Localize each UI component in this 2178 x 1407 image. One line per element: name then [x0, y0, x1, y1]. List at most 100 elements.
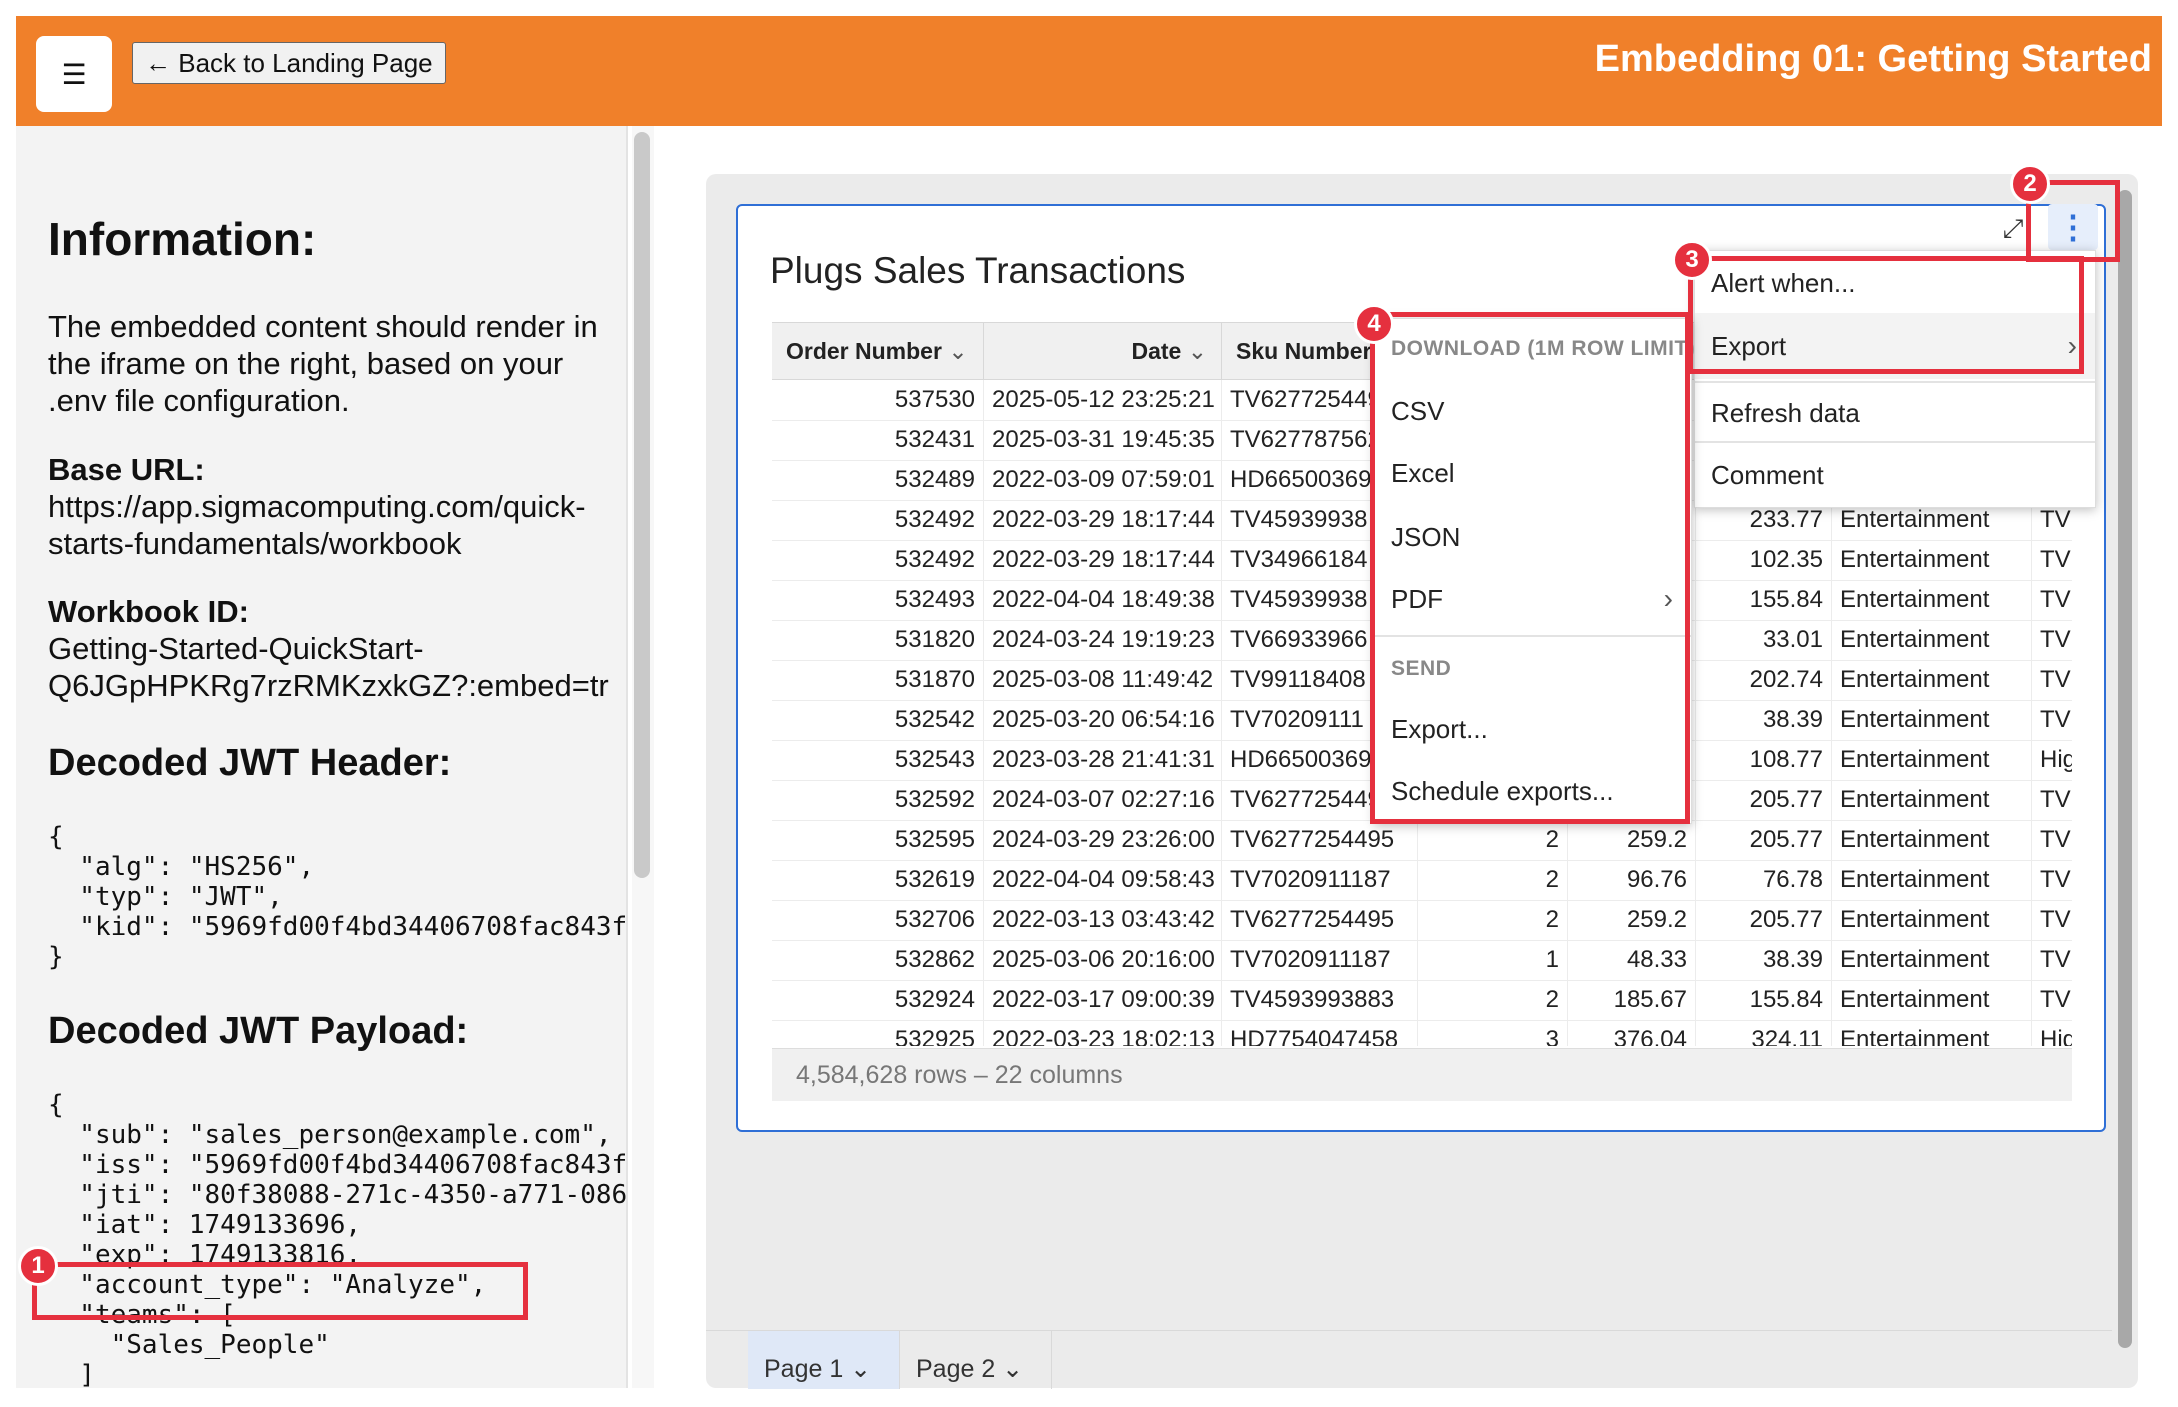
- table-cell: 108.77: [1696, 740, 1832, 780]
- table-cell: 33.01: [1696, 620, 1832, 660]
- table-cell: 532492: [772, 540, 984, 580]
- table-cell: 532542: [772, 700, 984, 740]
- table-cell: TV6277254495: [1222, 900, 1418, 940]
- table-cell: 155.84: [1696, 580, 1832, 620]
- table-cell: 532924: [772, 980, 984, 1020]
- back-to-landing-button[interactable]: ← Back to Landing Page: [132, 42, 446, 84]
- table-cell: 324.11: [1696, 1020, 1832, 1046]
- row-count: 4,584,628 rows – 22 columns: [796, 1061, 1123, 1089]
- table-cell: Entertainment: [1832, 980, 2032, 1020]
- table-cell: 532431: [772, 420, 984, 460]
- table-cell: TV & H: [2032, 860, 2072, 900]
- table-cell: 532619: [772, 860, 984, 900]
- hamburger-icon: ☰: [61, 57, 87, 91]
- table-cell: Entertainment: [1832, 940, 2032, 980]
- left-scrollbar-thumb[interactable]: [634, 132, 650, 878]
- table-row: 532862 2025-03-06 20:16:00 TV7020911187 1 48…: [772, 940, 2072, 981]
- jwt-payload-title: Decoded JWT Payload:: [48, 1010, 469, 1052]
- menu-item-refresh-data[interactable]: Refresh data: [1695, 387, 2095, 439]
- table-cell: 2022-03-13 03:43:42: [984, 900, 1222, 940]
- table-cell: 2023-03-28 21:41:31: [984, 740, 1222, 780]
- table-cell: 205.77: [1696, 900, 1832, 940]
- table-cell: 2: [1418, 900, 1568, 940]
- column-header-date[interactable]: Date ⌄: [984, 323, 1222, 379]
- table-cell: 155.84: [1696, 980, 1832, 1020]
- table-cell: TV & H: [2032, 900, 2072, 940]
- table-row: 532619 2022-04-04 09:58:43 TV7020911187 2 96…: [772, 860, 2072, 901]
- table-cell: 2022-04-04 18:49:38: [984, 580, 1222, 620]
- jwt-header-code: { "alg": "HS256", "typ": "JWT", "kid": "…: [48, 822, 628, 972]
- hamburger-menu-button[interactable]: ☰: [36, 36, 112, 112]
- right-scrollbar-thumb[interactable]: [2118, 190, 2132, 1348]
- table-cell: Entertainment: [1832, 820, 2032, 860]
- table-cell: 2022-03-29 18:17:44: [984, 500, 1222, 540]
- table-cell: Entertainment: [1832, 740, 2032, 780]
- info-panel: Information: The embedded content should…: [16, 126, 628, 1388]
- table-cell: Entertainment: [1832, 580, 2032, 620]
- table-cell: Entertainment: [1832, 620, 2032, 660]
- table-cell: 48.33: [1568, 940, 1696, 980]
- table-cell: TV & H: [2032, 940, 2072, 980]
- table-cell: 2025-03-31 19:45:35: [984, 420, 1222, 460]
- table-cell: Entertainment: [1832, 860, 2032, 900]
- table-cell: 532493: [772, 580, 984, 620]
- workbook-id-value: Getting-Started-QuickStart- Q6JGpHPKRg7r…: [48, 631, 609, 703]
- table-cell: 1: [1418, 940, 1568, 980]
- table-cell: 2025-03-08 11:49:42: [984, 660, 1222, 700]
- table-cell: 76.78: [1696, 860, 1832, 900]
- table-cell: 2022-03-17 09:00:39: [984, 980, 1222, 1020]
- annotation-badge-2: 2: [2010, 164, 2050, 204]
- table-cell: 259.2: [1568, 900, 1696, 940]
- table-cell: TV & H: [2032, 540, 2072, 580]
- table-cell: 2: [1418, 980, 1568, 1020]
- table-cell: 38.39: [1696, 940, 1832, 980]
- jwt-payload-code: { "sub": "sales_person@example.com", "is…: [48, 1090, 628, 1388]
- table-cell: 532706: [772, 900, 984, 940]
- highlight-export: [1688, 256, 2084, 374]
- table-cell: Entertainment: [1832, 540, 2032, 580]
- table-cell: TV6277254495: [1222, 820, 1418, 860]
- info-title: Information:: [48, 213, 317, 265]
- table-cell: TV & H: [2032, 660, 2072, 700]
- menu-divider: [1695, 441, 2095, 443]
- table-cell: 96.76: [1568, 860, 1696, 900]
- table-cell: TV & H: [2032, 580, 2072, 620]
- table-cell: 532862: [772, 940, 984, 980]
- table-cell: 2025-05-12 23:25:21: [984, 380, 1222, 420]
- table-cell: TV7020911187: [1222, 940, 1418, 980]
- page-tabs: Page 1 ⌄ Page 2 ⌄: [706, 1330, 2112, 1389]
- base-url-label: Base URL:: [48, 452, 205, 487]
- table-cell: 185.67: [1568, 980, 1696, 1020]
- table-cell: 2: [1418, 860, 1568, 900]
- tab-page-1[interactable]: Page 1 ⌄: [748, 1331, 900, 1389]
- table-cell: 532595: [772, 820, 984, 860]
- table-cell: 532925: [772, 1020, 984, 1046]
- table-row: 532595 2024-03-29 23:26:00 TV6277254495 2 25…: [772, 820, 2072, 861]
- table-cell: 2022-04-04 09:58:43: [984, 860, 1222, 900]
- table-row: 532924 2022-03-17 09:00:39 TV4593993883 2 18…: [772, 980, 2072, 1021]
- table-cell: 38.39: [1696, 700, 1832, 740]
- table-cell: Entertainment: [1832, 660, 2032, 700]
- table-cell: TV & H: [2032, 820, 2072, 860]
- table-cell: TV & H: [2032, 700, 2072, 740]
- table-cell: 2: [1418, 820, 1568, 860]
- menu-divider: [1695, 381, 2095, 383]
- tab-page-2[interactable]: Page 2 ⌄: [900, 1331, 1052, 1389]
- table-cell: High D: [2032, 740, 2072, 780]
- column-header-order-number[interactable]: Order Number ⌄: [772, 323, 984, 379]
- menu-item-comment[interactable]: Comment: [1695, 447, 2095, 503]
- table-cell: 376.04: [1568, 1020, 1696, 1046]
- table-cell: TV & H: [2032, 620, 2072, 660]
- info-description: The embedded content should render in th…: [48, 309, 598, 418]
- table-cell: 2024-03-24 19:19:23: [984, 620, 1222, 660]
- table-cell: 102.35: [1696, 540, 1832, 580]
- table-cell: 202.74: [1696, 660, 1832, 700]
- highlight-export-submenu: [1370, 312, 1690, 824]
- table-cell: 2025-03-20 06:54:16: [984, 700, 1222, 740]
- annotation-badge-4: 4: [1354, 304, 1394, 344]
- table-cell: Entertainment: [1832, 780, 2032, 820]
- table-cell: 532592: [772, 780, 984, 820]
- table-cell: TV & H: [2032, 980, 2072, 1020]
- table-cell: 3: [1418, 1020, 1568, 1046]
- annotation-badge-1: 1: [18, 1246, 58, 1286]
